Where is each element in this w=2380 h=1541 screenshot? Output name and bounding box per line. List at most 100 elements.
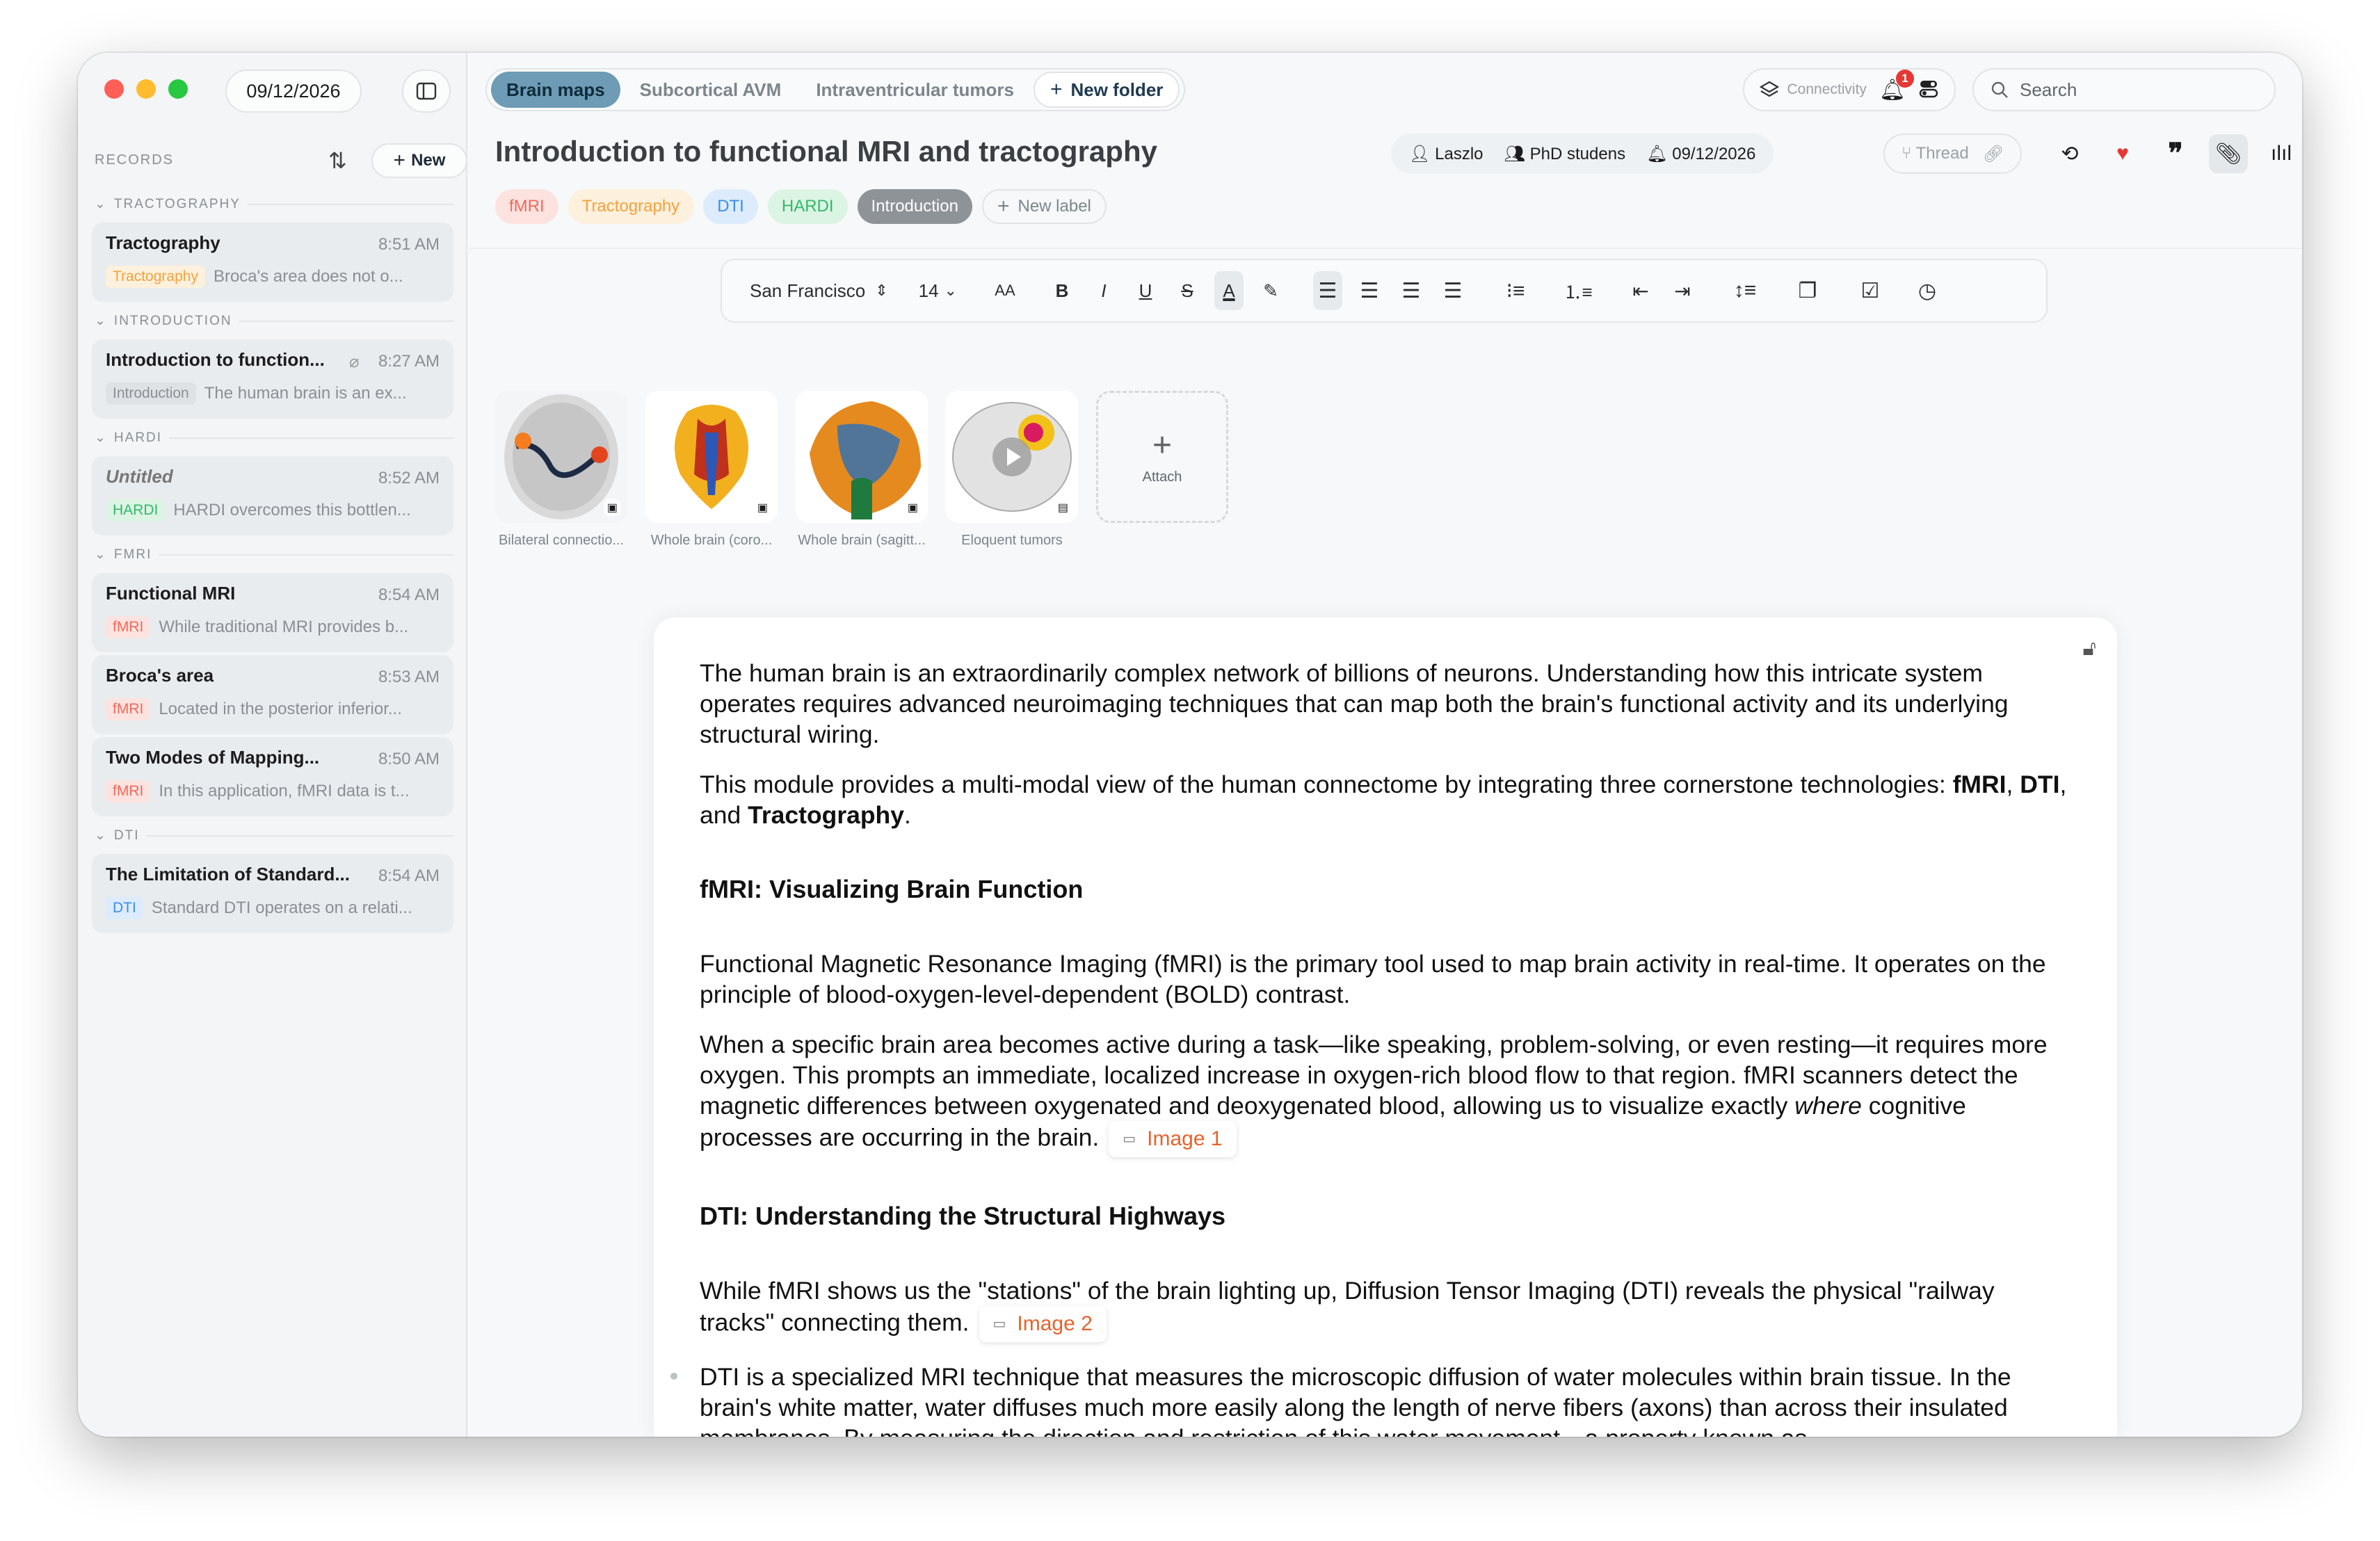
paragraph: Functional Magnetic Resonance Imaging (f… xyxy=(700,950,2046,1008)
note-item[interactable]: Two Modes of Mapping... 8:50 AM fMRI In t… xyxy=(92,737,453,816)
thread-button[interactable]: ⑂ Thread 🔗︎ xyxy=(1883,134,2023,174)
quote-icon[interactable]: ❞ xyxy=(2156,134,2195,173)
group-introduction[interactable]: ⌄ INTRODUCTION xyxy=(95,313,453,329)
sidebar-toggle-button[interactable] xyxy=(402,70,451,113)
label-fmri[interactable]: fMRI xyxy=(495,189,558,224)
document-title[interactable]: Introduction to functional MRI and tract… xyxy=(495,135,1157,168)
outdent-icon[interactable]: ⇤ xyxy=(1626,271,1655,310)
note-tag: Tractography xyxy=(106,266,205,288)
tab-intraventricular-tumors[interactable]: Intraventricular tumors xyxy=(801,72,1029,108)
note-title: Untitled xyxy=(106,466,173,487)
group-label: DTI xyxy=(113,828,140,843)
note-item[interactable]: The Limitation of Standard... 8:54 AM DT… xyxy=(92,854,453,933)
new-record-button[interactable]: + New xyxy=(371,143,467,178)
numbered-list-icon[interactable]: ⒈≡ xyxy=(1563,271,1593,310)
paragraph: While fMRI shows us the "stations" of th… xyxy=(700,1275,2071,1342)
group-fmri[interactable]: ⌄ FMRI xyxy=(95,547,453,563)
reminder-date[interactable]: 🔔︎ 09/12/2026 xyxy=(1646,144,1755,164)
close-window-button[interactable] xyxy=(104,79,124,99)
checklist-icon[interactable]: ☑ xyxy=(1856,271,1885,310)
font-size-select[interactable]: 14 ⌄ xyxy=(919,271,957,310)
connectivity-button[interactable]: Connectivity xyxy=(1759,80,1867,99)
people-icon: 👥︎ xyxy=(1504,144,1530,163)
label-hardi[interactable]: HARDI xyxy=(767,189,848,224)
text-run: DTI xyxy=(2020,770,2060,798)
document-editor[interactable]: 🔓︎ The human brain is an extraordinarily… xyxy=(654,618,2117,1437)
italic-button[interactable]: I xyxy=(1089,271,1118,310)
tab-subcortical-avm[interactable]: Subcortical AVM xyxy=(625,72,797,108)
underline-button[interactable]: U xyxy=(1131,271,1160,310)
audio-wave-icon[interactable]: ılıl xyxy=(2262,134,2301,173)
note-title: Introduction to function... xyxy=(106,349,325,370)
attachment-item[interactable]: ▤ Eloquent tumors xyxy=(946,391,1078,549)
align-justify-icon[interactable]: ☰ xyxy=(1438,271,1468,310)
new-folder-button[interactable]: + New folder xyxy=(1033,72,1180,108)
note-item[interactable]: Broca's area 8:53 AM fMRI Located in the … xyxy=(92,655,453,734)
note-item[interactable]: Introduction to function... ⌀ 8:27 AM In… xyxy=(92,339,453,419)
attachment-caption: Whole brain (sagitt... xyxy=(798,533,926,548)
group[interactable]: 👥︎ PhD studens xyxy=(1504,144,1626,164)
attach-button[interactable]: + Attach xyxy=(1096,391,1228,523)
image-reference-chip[interactable]: ▭ Image 1 xyxy=(1109,1121,1237,1157)
image-reference-chip[interactable]: ▭ Image 2 xyxy=(979,1306,1107,1342)
note-item[interactable]: Tractography 8:51 AM Tractography Broca's… xyxy=(92,223,453,302)
date-picker[interactable]: 09/12/2026 xyxy=(225,70,362,113)
group-tractography[interactable]: ⌄ TRACTOGRAPHY xyxy=(95,196,453,212)
copy-icon[interactable]: ❐ xyxy=(1793,271,1822,310)
clock-icon[interactable]: ◷ xyxy=(1913,271,1942,310)
highlighter-icon[interactable]: ✎ xyxy=(1256,271,1285,310)
zoom-window-button[interactable] xyxy=(168,79,188,99)
attach-label: Attach xyxy=(1142,469,1182,485)
toggles-icon[interactable] xyxy=(1918,78,1939,102)
attachment-item[interactable]: ▣ Whole brain (coro... xyxy=(645,391,778,549)
group-dti[interactable]: ⌄ DTI xyxy=(95,828,453,844)
attachment-item[interactable]: ▣ Whole brain (sagitt... xyxy=(796,391,928,549)
note-tag: DTI xyxy=(106,897,143,919)
note-preview: Located in the posterior inferior... xyxy=(159,700,402,718)
tab-brain-maps[interactable]: Brain maps xyxy=(491,72,620,108)
indent-icon[interactable]: ⇥ xyxy=(1668,271,1697,310)
text-run: This module provides a multi-modal view … xyxy=(700,770,1953,798)
minimize-window-button[interactable] xyxy=(136,79,156,99)
strikethrough-button[interactable]: S xyxy=(1173,271,1202,310)
text-color-button[interactable]: A xyxy=(1214,271,1244,310)
note-time: 8:51 AM xyxy=(378,235,440,254)
plus-icon: + xyxy=(997,195,1010,218)
sort-icon[interactable]: ⇅ xyxy=(328,147,347,174)
search-input[interactable]: Search xyxy=(1972,68,2276,111)
note-item[interactable]: Untitled 8:52 AM HARDI HARDI overcomes th… xyxy=(92,456,453,535)
attachment-item[interactable]: ▣ Bilateral connectio... xyxy=(495,391,627,549)
label-introduction[interactable]: Introduction xyxy=(857,189,972,224)
text-case-button[interactable]: AA xyxy=(990,271,1020,310)
note-title: Two Modes of Mapping... xyxy=(106,747,320,768)
label-tractography[interactable]: Tractography xyxy=(568,189,694,224)
new-label-button[interactable]: + New label xyxy=(981,189,1107,224)
note-item[interactable]: Functional MRI 8:54 AM fMRI While traditi… xyxy=(92,573,453,652)
attachment-icon[interactable]: 📎︎ xyxy=(2209,134,2248,173)
owner[interactable]: 👤︎ Laszlo xyxy=(1409,144,1484,164)
align-right-icon[interactable]: ☰ xyxy=(1397,271,1426,310)
notifications-button[interactable]: 🔔︎ 1 xyxy=(1879,69,1914,102)
bullet-list-icon[interactable]: ⁝≡ xyxy=(1501,271,1530,310)
heart-icon[interactable]: ♥ xyxy=(2103,134,2142,173)
paragraph: The human brain is an extraordinarily co… xyxy=(700,659,2009,748)
group-hardi[interactable]: ⌄ HARDI xyxy=(95,430,453,446)
link-icon[interactable]: 🔗︎ xyxy=(1983,144,2004,164)
block-handle-icon[interactable] xyxy=(670,1373,677,1380)
unlock-icon[interactable]: 🔓︎ xyxy=(2083,637,2096,661)
thread-label: Thread xyxy=(1915,144,1969,163)
layers-icon xyxy=(1759,81,1779,97)
paperclip-icon: ⌀ xyxy=(349,353,360,371)
chevron-down-icon: ⌄ xyxy=(95,828,107,843)
brain-image-thumbnail: ▣ xyxy=(645,391,778,523)
chevron-down-icon: ⌄ xyxy=(944,282,957,299)
attachments: ▣ Bilateral connectio... ▣ Whole brain (… xyxy=(495,391,1228,549)
label-dti[interactable]: DTI xyxy=(703,189,758,224)
font-family-select[interactable]: San Francisco ⇕ xyxy=(750,271,888,310)
align-left-icon[interactable]: ☰ xyxy=(1312,271,1342,310)
align-center-icon[interactable]: ☰ xyxy=(1355,271,1384,310)
attachment-caption: Whole brain (coro... xyxy=(650,533,773,548)
line-spacing-icon[interactable]: ↕≡ xyxy=(1730,271,1760,310)
bold-button[interactable]: B xyxy=(1047,271,1077,310)
history-icon[interactable]: ⟲ xyxy=(2050,134,2089,173)
